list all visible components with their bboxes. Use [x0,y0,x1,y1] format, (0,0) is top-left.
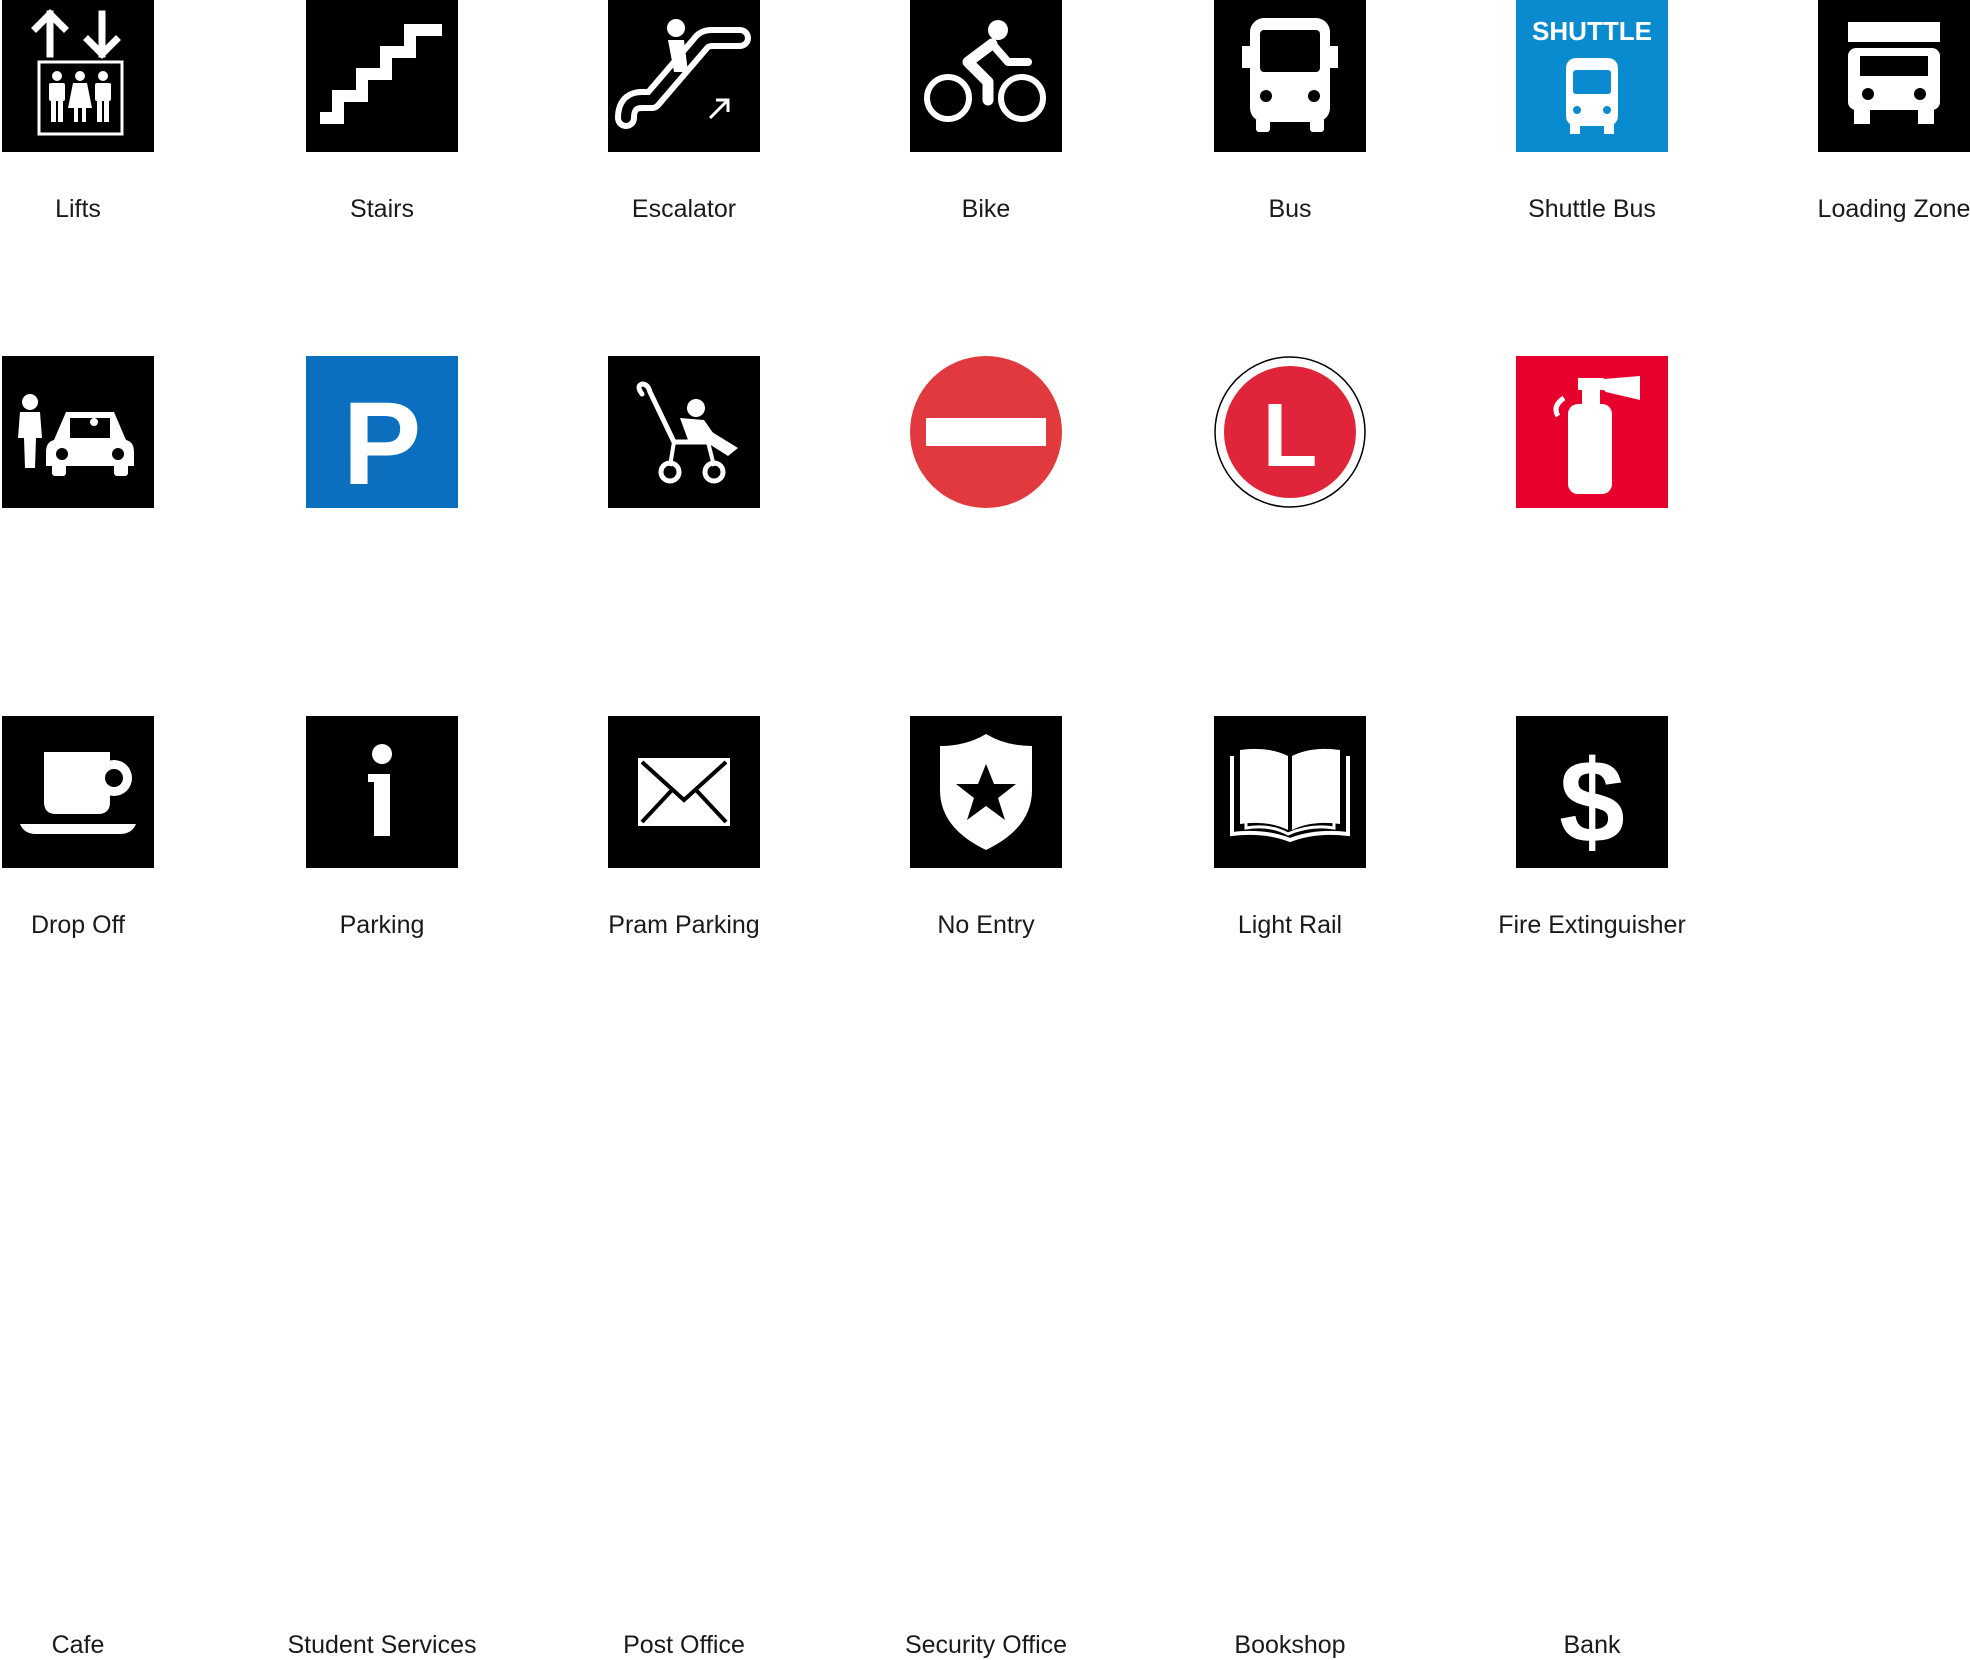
dollar-icon: $ [1516,716,1668,868]
sign-label: Cafe [51,1631,105,1659]
sign-label: Shuttle Bus [1528,195,1656,223]
bike-icon [910,0,1062,152]
shield-star-icon [910,716,1062,868]
sign-label: Pram Parking [608,911,760,939]
sign-label: Drop Off [30,911,126,939]
info-icon [306,716,458,868]
light-rail-icon: L [1214,356,1366,508]
coffee-cup-icon [2,716,154,868]
sign-label: Escalator [631,195,737,223]
escalator-icon [608,0,760,152]
bank-sign-text: $ [1559,736,1625,868]
parking-icon: P [306,356,458,508]
sign-label: Student Services [287,1631,477,1659]
book-icon [1214,716,1366,868]
sign-label: Security Office [904,1631,1068,1659]
stairs-icon [306,0,458,152]
light-rail-sign-text: L [1263,386,1318,486]
sign-label: Loading Zone [1817,195,1970,223]
sign-label: Lifts [55,195,101,223]
sign-label: Bank [1563,1631,1621,1659]
shuttle-sign-text: SHUTTLE [1532,16,1652,46]
envelope-icon [608,716,760,868]
lifts-icon [2,0,154,152]
truck-icon [1818,0,1970,152]
shuttle-bus-icon: SHUTTLE [1516,0,1668,152]
drop-off-icon [2,356,154,508]
sign-label: Bookshop [1234,1631,1346,1659]
sign-label: Light Rail [1237,911,1343,939]
fire-extinguisher-icon [1516,356,1668,508]
pram-icon [608,356,760,508]
no-entry-icon [910,356,1062,508]
sign-label: Parking [339,911,425,939]
sign-label: No Entry [937,911,1035,939]
sign-label: Bus [1268,195,1312,223]
sign-label: Stairs [350,195,414,223]
sign-label: Fire Extinguisher [1498,911,1686,939]
bus-icon [1214,0,1366,152]
sign-label: Post Office [623,1631,745,1659]
parking-sign-text: P [343,378,422,508]
sign-label: Bike [961,195,1011,223]
